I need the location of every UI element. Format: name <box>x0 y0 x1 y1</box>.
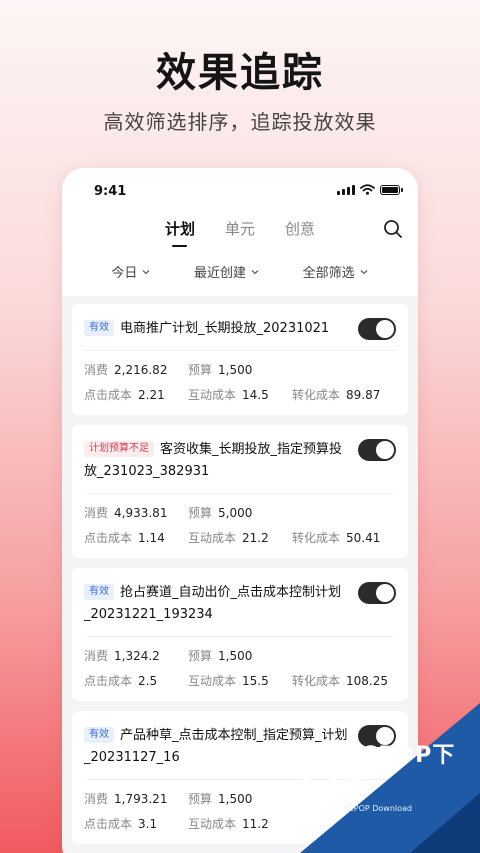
metric-label: 转化成本 <box>292 388 341 402</box>
metric-interaction-cost: 21.2 <box>242 531 269 545</box>
status-badge: 有效 <box>84 727 114 743</box>
hero-title: 效果追踪 <box>156 50 324 96</box>
status-badge: 计划预算不足 <box>84 441 154 457</box>
filter-sort-label: 最近创建 <box>193 266 246 281</box>
chevron-down-icon <box>142 269 150 274</box>
watermark-sub: PCPOP Download <box>343 804 412 813</box>
metric-budget: 1,500 <box>218 649 253 663</box>
cellular-signal-icon <box>337 184 355 195</box>
metric-conversion-cost: 108.25 <box>346 674 389 688</box>
wifi-icon <box>360 184 375 195</box>
campaign-card[interactable]: 有效 电商推广计划_长期投放_20231021 消费 2,216.82 预算 1,50… <box>72 304 408 415</box>
metric-cpc: 2.5 <box>138 674 158 688</box>
pcpop-logo-icon <box>300 748 341 790</box>
metric-label: 转化成本 <box>292 674 341 688</box>
chevron-down-icon <box>251 269 259 274</box>
campaign-toggle[interactable] <box>358 439 396 461</box>
status-badge: 有效 <box>84 320 114 336</box>
campaign-name: 电商推广计划_长期投放_20231021 <box>120 321 330 336</box>
campaign-name: 抢占赛道_自动出价_点击成本控制计划_20231221_193234 <box>84 585 342 622</box>
metric-label: 点击成本 <box>84 674 133 688</box>
metric-budget: 5,000 <box>218 506 253 520</box>
status-badge: 有效 <box>84 584 114 600</box>
campaign-title: 有效 抢占赛道_自动出价_点击成本控制计划_20231221_193234 <box>84 582 352 626</box>
tab-unit[interactable]: 单元 <box>225 218 255 247</box>
metric-cpc: 3.1 <box>138 817 158 831</box>
metric-label: 点击成本 <box>84 388 133 402</box>
metric-label: 转化成本 <box>292 531 341 545</box>
metric-label: 预算 <box>188 649 213 663</box>
metric-conversion-cost: 50.41 <box>346 531 381 545</box>
metric-spend: 2,216.82 <box>114 363 168 377</box>
campaign-toggle[interactable] <box>358 318 396 340</box>
metric-spend: 1,324.2 <box>114 649 160 663</box>
campaign-toggle[interactable] <box>358 582 396 604</box>
tab-plan[interactable]: 计划 <box>165 218 195 247</box>
status-icons <box>337 184 403 195</box>
metric-cpc: 2.21 <box>138 388 165 402</box>
metric-label: 互动成本 <box>188 817 237 831</box>
metric-label: 互动成本 <box>188 674 237 688</box>
filter-bar: 今日 最近创建 全部筛选 <box>62 262 418 281</box>
filter-date-label: 今日 <box>111 266 138 281</box>
metric-label: 预算 <box>188 363 213 377</box>
metric-budget: 1,500 <box>218 363 253 377</box>
metric-interaction-cost: 14.5 <box>242 388 269 402</box>
battery-icon <box>380 184 403 195</box>
metric-interaction-cost: 15.5 <box>242 674 269 688</box>
metric-interaction-cost: 11.2 <box>242 817 269 831</box>
filter-date-dropdown[interactable]: 今日 <box>111 262 151 281</box>
tab-creative[interactable]: 创意 <box>285 218 315 247</box>
filter-sort-dropdown[interactable]: 最近创建 <box>194 262 260 281</box>
campaign-title: 计划预算不足 客资收集_长期投放_指定预算投放_231023_382931 <box>84 439 352 483</box>
status-time: 9:41 <box>94 184 127 199</box>
campaign-title: 有效 电商推广计划_长期投放_20231021 <box>84 318 352 340</box>
metric-cpc: 1.14 <box>138 531 165 545</box>
search-icon[interactable] <box>382 218 404 240</box>
watermark-brand: PCPOP下载 <box>344 743 456 800</box>
metric-label: 消费 <box>84 649 109 663</box>
metric-label: 点击成本 <box>84 817 133 831</box>
metric-label: 互动成本 <box>188 388 237 402</box>
filter-all-dropdown[interactable]: 全部筛选 <box>303 262 369 281</box>
metric-label: 消费 <box>84 506 109 520</box>
app-header: 9:41 计划 单元 创意 今日 最近创建 全部筛选 <box>62 168 418 296</box>
metric-label: 预算 <box>188 506 213 520</box>
metric-spend: 1,793.21 <box>114 792 168 806</box>
metric-budget: 1,500 <box>218 792 253 806</box>
filter-all-label: 全部筛选 <box>302 266 355 281</box>
metric-label: 互动成本 <box>188 531 237 545</box>
metric-label: 消费 <box>84 363 109 377</box>
metric-label: 点击成本 <box>84 531 133 545</box>
tab-bar: 计划 单元 创意 <box>62 218 418 247</box>
metric-spend: 4,933.81 <box>114 506 168 520</box>
campaign-card[interactable]: 计划预算不足 客资收集_长期投放_指定预算投放_231023_382931 消费 4… <box>72 425 408 558</box>
hero-subtitle: 高效筛选排序，追踪投放效果 <box>103 110 377 134</box>
watermark: PCPOP下载 PCPOP Download <box>300 703 480 853</box>
campaign-card[interactable]: 有效 抢占赛道_自动出价_点击成本控制计划_20231221_193234 消费 1… <box>72 568 408 701</box>
metric-label: 消费 <box>84 792 109 806</box>
metric-conversion-cost: 89.87 <box>346 388 381 402</box>
chevron-down-icon <box>360 269 368 274</box>
metric-label: 预算 <box>188 792 213 806</box>
